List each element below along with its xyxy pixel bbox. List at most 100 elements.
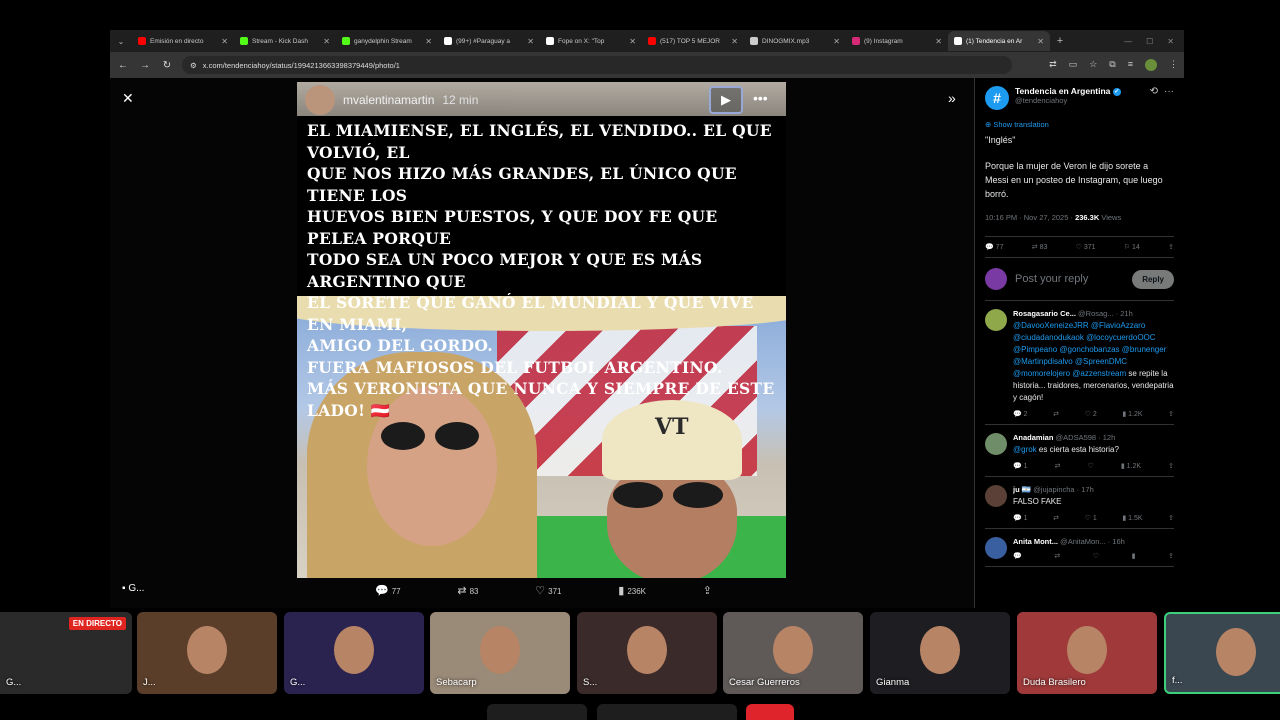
reply-item[interactable]: ju 🇦🇷 @jujapincha · 17h FALSO FAKE 💬 1 ⇄…	[985, 477, 1174, 529]
reply-reposts[interactable]: ⇄	[1053, 410, 1059, 418]
reply-author[interactable]: Anita Mont...	[1013, 537, 1058, 546]
more-options-icon[interactable]: ···	[1164, 86, 1174, 97]
reply-replies[interactable]: 💬	[1013, 552, 1022, 560]
reply-button[interactable]: Reply	[1132, 269, 1174, 289]
dock-group-2[interactable]	[597, 704, 737, 720]
bookmark-star-icon[interactable]: ☆	[1089, 59, 1097, 71]
share-icon[interactable]: ⇪	[1168, 552, 1174, 560]
participant-tile[interactable]: S...	[577, 612, 717, 694]
address-bar[interactable]: ⚙ x.com/tendenciahoy/status/199421366339…	[182, 56, 1012, 74]
new-tab-button[interactable]: +	[1050, 35, 1070, 47]
reply-replies[interactable]: 💬 1	[1013, 462, 1028, 470]
show-translation-link[interactable]: ⊕ Show translation	[985, 120, 1174, 129]
minimize-icon[interactable]: —	[1124, 37, 1132, 46]
tweet-replies[interactable]: 💬 77	[985, 243, 1003, 251]
browser-tab[interactable]: Emisión en directo ✕	[132, 31, 234, 51]
dock-group-1[interactable]	[487, 704, 587, 720]
browser-tab[interactable]: DINOGMIX.mp3 ✕	[744, 31, 846, 51]
participant-tile[interactable]: EN DIRECTO G...	[0, 612, 132, 694]
reply-reposts[interactable]: ⇄	[1054, 552, 1060, 560]
tweet-bookmarks[interactable]: ⚐ 14	[1124, 243, 1140, 251]
author-avatar[interactable]: #	[985, 86, 1009, 110]
like-action[interactable]: ♡ 371	[535, 584, 561, 597]
reply-replies[interactable]: 💬 1	[1013, 514, 1028, 522]
share-icon[interactable]: ⇪	[1168, 243, 1174, 251]
repost-action[interactable]: ⇄ 83	[457, 584, 478, 597]
reply-item[interactable]: Rosagasario Ce... @Rosag... · 21h @Davoo…	[985, 301, 1174, 425]
reply-author[interactable]: Anadamian	[1013, 433, 1053, 442]
browser-tab[interactable]: (1) Tendencia en Ar ✕	[948, 31, 1050, 51]
close-tab-icon[interactable]: ✕	[833, 37, 840, 46]
views-action[interactable]: ▮ 236K	[618, 584, 646, 597]
media-icon[interactable]: ≡	[1128, 59, 1133, 71]
end-call-button[interactable]	[746, 704, 794, 720]
browser-tab[interactable]: ganydelphin Stream ✕	[336, 31, 438, 51]
reply-likes[interactable]: ♡	[1093, 552, 1099, 560]
play-icon[interactable]: ▶	[709, 86, 743, 114]
author-name[interactable]: Tendencia en Argentina ✓	[1015, 86, 1144, 96]
maximize-icon[interactable]: ☐	[1146, 37, 1153, 46]
close-photo-icon[interactable]: ✕	[122, 90, 134, 107]
close-tab-icon[interactable]: ✕	[629, 37, 636, 46]
author-handle[interactable]: @tendenciahoy	[1015, 96, 1144, 105]
browser-tab[interactable]: Stream - Kick Dash ✕	[234, 31, 336, 51]
share-icon[interactable]: ⇪	[1168, 462, 1174, 470]
profile-avatar[interactable]	[1145, 59, 1157, 71]
reply-reposts[interactable]: ⇄	[1055, 462, 1061, 470]
participant-tile[interactable]: Sebacarp	[430, 612, 570, 694]
reply-mentions[interactable]: @grok	[1013, 445, 1037, 454]
back-icon[interactable]: ←	[116, 60, 130, 71]
participant-tile[interactable]: Gianma	[870, 612, 1010, 694]
reply-views[interactable]: ▮	[1132, 552, 1136, 560]
reply-item[interactable]: Anadamian @ADSA598 · 12h @grok es cierta…	[985, 425, 1174, 477]
participant-tile[interactable]: G...	[284, 612, 424, 694]
reply-likes[interactable]: ♡ 1	[1085, 514, 1097, 522]
reply-input[interactable]: Post your reply	[1015, 273, 1124, 285]
reply-replies[interactable]: 💬 2	[1013, 410, 1028, 418]
tweet-likes[interactable]: ♡ 371	[1076, 243, 1096, 251]
tab-search-icon[interactable]: ⌄	[110, 30, 132, 52]
reload-icon[interactable]: ↻	[160, 60, 174, 71]
browser-tab[interactable]: (9) Instagram ✕	[846, 31, 948, 51]
close-tab-icon[interactable]: ✕	[323, 37, 330, 46]
site-info-icon[interactable]: ⚙	[190, 61, 197, 70]
participant-tile[interactable]: J...	[137, 612, 277, 694]
close-window-icon[interactable]: ✕	[1167, 37, 1174, 46]
close-tab-icon[interactable]: ✕	[935, 37, 942, 46]
reply-likes[interactable]: ♡	[1088, 462, 1094, 470]
reply-avatar[interactable]	[985, 309, 1007, 331]
reply-views[interactable]: ▮ 1.2K	[1121, 462, 1141, 470]
translate-icon[interactable]: ⇄	[1049, 59, 1057, 71]
share-action[interactable]: ⇪	[703, 584, 715, 597]
reply-avatar[interactable]	[985, 433, 1007, 455]
cast-icon[interactable]: ▭	[1069, 59, 1078, 71]
browser-tab[interactable]: (517) TOP 5 MEJOR ✕	[642, 31, 744, 51]
reply-views[interactable]: ▮ 1.2K	[1122, 410, 1142, 418]
close-tab-icon[interactable]: ✕	[1037, 37, 1044, 46]
reply-avatar[interactable]	[985, 537, 1007, 559]
reply-author[interactable]: ju 🇦🇷	[1013, 485, 1031, 494]
share-icon[interactable]: ⇪	[1168, 514, 1174, 522]
share-icon[interactable]: ⇪	[1168, 410, 1174, 418]
close-tab-icon[interactable]: ✕	[731, 37, 738, 46]
reply-likes[interactable]: ♡ 2	[1085, 410, 1097, 418]
extensions-icon[interactable]: ⧉	[1109, 59, 1115, 71]
reply-item[interactable]: Anita Mont... @AnitaMon... · 16h 💬 ⇄ ♡ ▮…	[985, 529, 1174, 567]
reply-reposts[interactable]: ⇄	[1053, 514, 1059, 522]
close-tab-icon[interactable]: ✕	[221, 37, 228, 46]
post-photo[interactable]: VT mvalentinamartin 12 min ▶ ••• EL MIAM…	[297, 82, 786, 578]
close-tab-icon[interactable]: ✕	[527, 37, 534, 46]
grok-icon[interactable]: ⟲	[1150, 86, 1158, 97]
participant-tile[interactable]: f...	[1164, 612, 1280, 694]
browser-menu-icon[interactable]: ⋮	[1169, 59, 1178, 71]
browser-tab[interactable]: Fope on X: "Top ✕	[540, 31, 642, 51]
reply-author[interactable]: Rosagasario Ce...	[1013, 309, 1076, 318]
forward-icon[interactable]: →	[138, 60, 152, 71]
reply-avatar[interactable]	[985, 485, 1007, 507]
tweet-reposts[interactable]: ⇄ 83	[1032, 243, 1048, 251]
browser-tab[interactable]: (99+) #Paraguay a ✕	[438, 31, 540, 51]
reply-action[interactable]: 💬 77	[375, 584, 401, 597]
participant-tile[interactable]: Cesar Guerreros	[723, 612, 863, 694]
reply-views[interactable]: ▮ 1.5K	[1122, 514, 1142, 522]
participant-tile[interactable]: Duda Brasilero	[1017, 612, 1157, 694]
